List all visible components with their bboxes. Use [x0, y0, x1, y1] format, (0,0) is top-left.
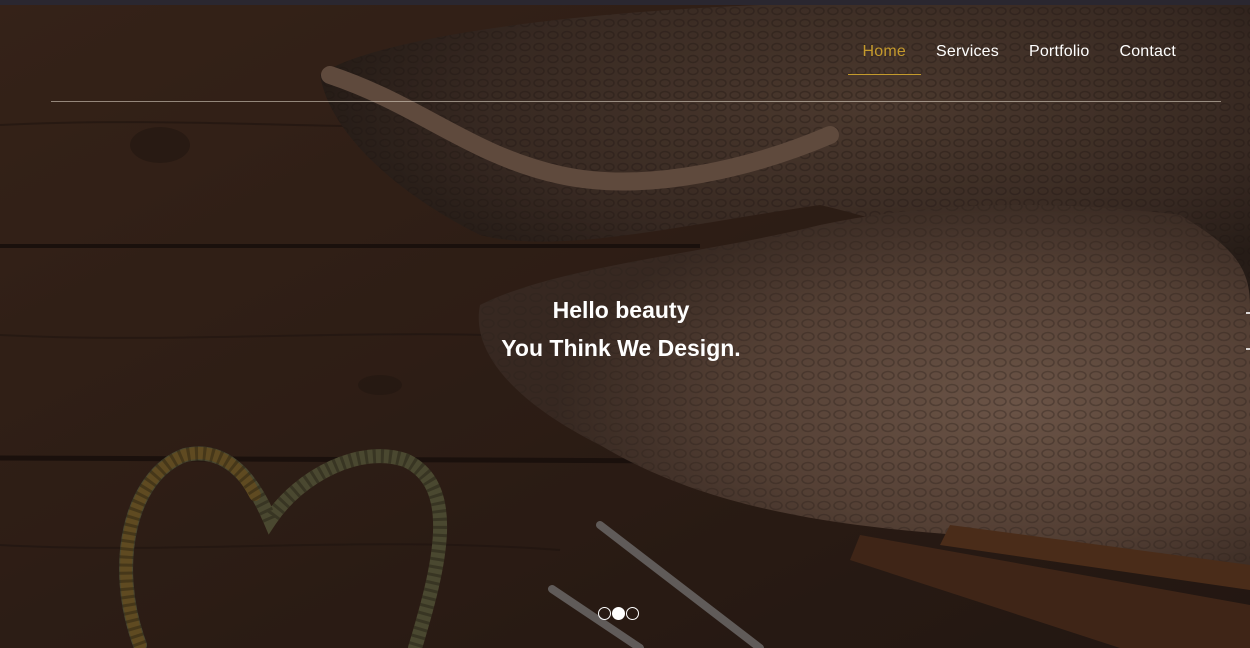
nav-link-contact[interactable]: Contact: [1104, 33, 1191, 75]
nav-link-portfolio[interactable]: Portfolio: [1014, 33, 1105, 75]
slider-dots: [598, 607, 639, 620]
hero-caption: Hello beauty You Think We Design.: [0, 293, 1250, 369]
nav-link-services[interactable]: Services: [921, 33, 1014, 75]
nav-links: Home Services Portfolio Contact: [847, 33, 1191, 75]
hero-slider: Home Services Portfolio Contact Hello be…: [0, 0, 1250, 648]
slider-dot-1[interactable]: [598, 607, 611, 620]
hero-heading-line2: You Think We Design.: [501, 335, 741, 361]
hero-heading-line1: Hello beauty: [552, 297, 690, 323]
next-slide-arrow-icon[interactable]: [1246, 312, 1250, 350]
slider-dot-2[interactable]: [612, 607, 625, 620]
nav-link-home[interactable]: Home: [847, 33, 922, 75]
slider-dot-3[interactable]: [626, 607, 639, 620]
main-navbar: Home Services Portfolio Contact: [51, 5, 1221, 102]
